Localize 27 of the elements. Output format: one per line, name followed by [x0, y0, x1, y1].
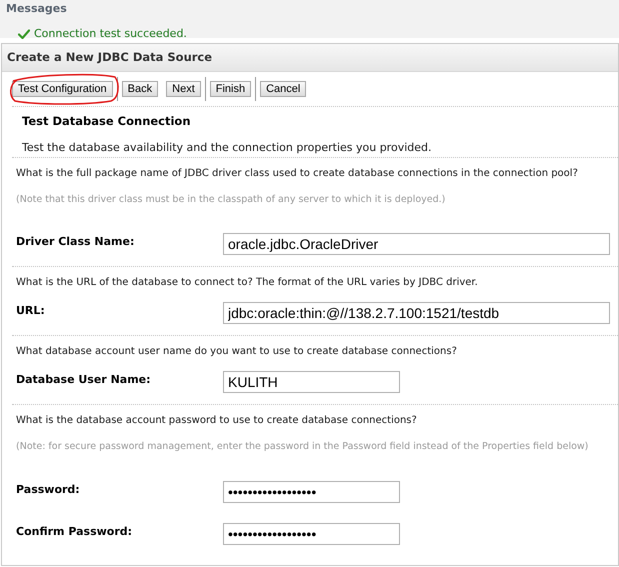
input-field[interactable]: KULITH	[223, 371, 400, 394]
question-text: What database account user name do you want to use to create database connections?	[15, 345, 458, 360]
field-label: URL:	[15, 303, 46, 320]
field-label: Database User Name:	[15, 372, 152, 388]
input-field[interactable]: ••••••••••••••••••	[223, 522, 400, 544]
question-text: What is the full package name of JDBC driver class used to create database connections in the connection pool?	[15, 167, 579, 181]
question-text: What is the database account password to use to create database connections?	[15, 414, 418, 428]
panel-title: Create a New JDBC Data Source	[7, 48, 212, 66]
messages-title: Messages	[6, 1, 68, 17]
toolbar-button[interactable]: Back	[122, 80, 158, 97]
checkmark-icon	[18, 28, 30, 39]
field-label: Confirm Password:	[15, 524, 134, 540]
input-field[interactable]: ••••••••••••••••••	[223, 480, 400, 502]
toolbar-button[interactable]: Next	[166, 80, 201, 97]
toolbar-button[interactable]: Cancel	[260, 80, 306, 97]
note-text: (Note: for secure password management, enter the password in the Password field instead of the Properties field below)	[15, 440, 590, 454]
field-label: Driver Class Name:	[15, 234, 136, 250]
note-text: (Note that this driver class must be in the classpath of any server to which it is deployed.)	[15, 193, 446, 207]
question-text: What is the URL of the database to connect to? The format of the URL varies by JDBC driver.	[15, 276, 479, 290]
message-text: Connection test succeeded.	[34, 26, 187, 42]
toolbar-button[interactable]: Test Configuration	[12, 80, 113, 97]
section-description: Test the database availability and the connection properties you provided.	[22, 140, 432, 156]
toolbar-button[interactable]: Finish	[210, 80, 252, 97]
input-field[interactable]: oracle.jdbc.OracleDriver	[223, 233, 610, 256]
section-title: Test Database Connection	[22, 113, 192, 130]
input-field[interactable]: jdbc:oracle:thin:@//138.2.7.100:1521/testdb	[223, 302, 610, 324]
field-label: Password:	[15, 482, 81, 498]
